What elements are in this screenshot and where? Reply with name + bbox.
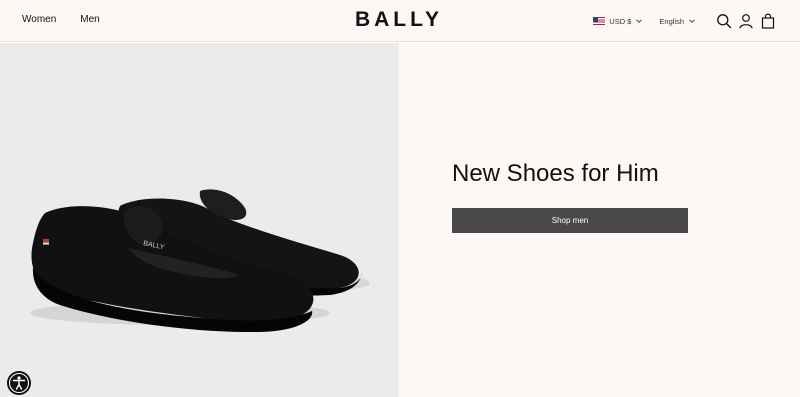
hero-headline: New Shoes for Him: [452, 160, 659, 187]
chevron-down-icon: [689, 19, 695, 23]
search-icon[interactable]: [716, 13, 732, 29]
user-icon[interactable]: [738, 13, 754, 29]
currency-selector[interactable]: USD $: [593, 17, 643, 26]
brand-logo[interactable]: BALLY: [346, 8, 452, 32]
site-header: Women Men BALLY USD $ English: [0, 0, 800, 42]
header-utilities: USD $ English: [593, 11, 776, 31]
bag-icon[interactable]: [760, 13, 776, 29]
hero-image-panel: BALLY: [0, 43, 399, 397]
shop-men-button[interactable]: Shop men: [452, 208, 688, 233]
hero-content-panel: New Shoes for Him Shop men: [399, 43, 800, 397]
nav-link-men[interactable]: Men: [80, 14, 99, 25]
currency-label: USD $: [609, 16, 632, 26]
accessibility-button[interactable]: [7, 371, 31, 395]
accessibility-icon: [8, 372, 30, 394]
language-label: English: [659, 16, 684, 26]
us-flag-icon: [593, 17, 606, 25]
language-selector[interactable]: English: [659, 17, 696, 26]
main-nav: Women Men: [22, 14, 100, 25]
chevron-down-icon: [636, 19, 643, 23]
nav-link-women[interactable]: Women: [22, 14, 56, 25]
loafer-shoes-image[interactable]: BALLY: [0, 43, 399, 397]
